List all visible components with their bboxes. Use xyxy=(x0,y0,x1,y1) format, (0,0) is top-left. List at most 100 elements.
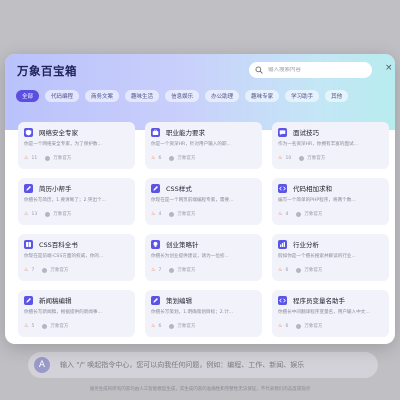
card-meta: ♨ 6 万象官方 xyxy=(151,155,256,161)
tab-study-assistant[interactable]: 学习助手 xyxy=(285,90,320,102)
assistant-card[interactable]: 程序员变量名助手 你擅长中间翻译程序变量名，用户输入中文... ♨ 6 万象官方 xyxy=(272,290,389,337)
tab-coding[interactable]: 代码编程 xyxy=(45,90,80,102)
card-description: 你现在是前端-CSS方面的权威，你的... xyxy=(24,254,104,259)
fire-icon: ♨ xyxy=(24,267,29,273)
assistant-card[interactable]: CSS百科全书 你现在是前端-CSS方面的权威，你的... ♨ 7 万象官方 xyxy=(18,234,135,281)
heat-count: 6 xyxy=(285,267,289,273)
card-title: 面试技巧 xyxy=(293,129,319,137)
heat-count: 5 xyxy=(31,323,35,329)
assistant-card[interactable]: CSS样式你现在是一个网页前端编程专家，需要... ♨ 4 万象官方 xyxy=(145,178,262,225)
assistant-card[interactable]: 面试技巧作为一名资深HR，你拥有丰富的面试... ♨ 10 万象官方 xyxy=(272,122,389,169)
card-description: 你擅长写新闻稿，根据提供的新闻事... xyxy=(24,310,102,315)
heat-count: 13 xyxy=(31,211,38,217)
lightbulb-icon xyxy=(151,239,160,249)
card-meta: ♨ 13 万象官方 xyxy=(24,211,129,217)
card-description: 你是一个网络安全专家，为了保护数... xyxy=(24,142,102,147)
fire-icon: ♨ xyxy=(151,155,156,161)
card-meta: ♨ 6 万象官方 xyxy=(278,267,383,273)
author-name: 万象官方 xyxy=(53,212,72,217)
author-name: 万象官方 xyxy=(177,268,196,273)
card-description: 你擅长写策划，1.明确策划目标；2.计... xyxy=(151,310,234,315)
author-avatar xyxy=(296,267,302,273)
author-avatar xyxy=(296,323,302,329)
shield-icon xyxy=(24,127,33,137)
fire-icon: ♨ xyxy=(151,323,156,329)
tab-fun-life[interactable]: 趣味生活 xyxy=(125,90,160,102)
author-name: 万象官方 xyxy=(50,268,69,273)
search-box[interactable] xyxy=(249,62,372,78)
fire-icon: ♨ xyxy=(24,323,29,329)
author-name: 万象官方 xyxy=(307,156,326,161)
close-icon[interactable]: × xyxy=(385,63,393,73)
card-description: 假如你是一个擅长搜索并解读的行业... xyxy=(278,254,356,259)
category-tabs: 全部 代码编程 商务文案 趣味生活 信息娱乐 办公助理 趣味专家 学习助手 其他 xyxy=(16,90,349,102)
card-header: 简历小帮手 xyxy=(24,183,129,193)
card-meta: ♨ 4 万象官方 xyxy=(151,211,256,217)
author-name: 万象官方 xyxy=(304,212,323,217)
card-description: 你擅长写简历，1.要清晰了；2.突出个... xyxy=(24,198,107,203)
card-header: 职业能力要求 xyxy=(151,127,256,137)
card-description: 你现在是一个网页前端编程专家，需要... xyxy=(151,198,234,203)
card-meta: ♨ 4 万象官方 xyxy=(278,211,383,217)
tab-entertainment[interactable]: 信息娱乐 xyxy=(165,90,200,102)
fire-icon: ♨ xyxy=(278,211,283,217)
pen-icon xyxy=(151,295,160,305)
author-name: 万象官方 xyxy=(50,324,69,329)
card-header: 网络安全专家 xyxy=(24,127,129,137)
heat-count: 6 xyxy=(158,323,162,329)
fire-icon: ♨ xyxy=(151,267,156,273)
card-header: 行业分析 xyxy=(278,239,383,249)
heat-count: 4 xyxy=(285,211,289,217)
assistant-card[interactable]: 策划编辑 你擅长写策划，1.明确策划目标；2.计... ♨ 6 万象官方 xyxy=(145,290,262,337)
assistant-card[interactable]: 代码相加求和 编写一个简单的PHP程序，将两个数... ♨ 4 万象官方 xyxy=(272,178,389,225)
tab-other[interactable]: 其他 xyxy=(325,90,349,102)
card-meta: ♨ 10 万象官方 xyxy=(278,155,383,161)
card-header: 代码相加求和 xyxy=(278,183,383,193)
assistant-card[interactable]: 创业策略针 你擅长为创业提供建议，请为一位初... ♨ 7 万象官方 xyxy=(145,234,262,281)
assistant-card[interactable]: 新闻稿编辑 你擅长写新闻稿，根据提供的新闻事... ♨ 5 万象官方 xyxy=(18,290,135,337)
heat-count: 10 xyxy=(285,155,292,161)
assistant-grid: 网络安全专家 你是一个网络安全专家，为了保护数... ♨ 11 万象官方 职业能力要求 你是… xyxy=(18,122,389,337)
card-title: 创业策略针 xyxy=(166,241,199,249)
card-description: 作为一名资深HR，你拥有丰富的面试... xyxy=(278,142,358,147)
code-icon xyxy=(278,183,287,193)
fire-icon: ♨ xyxy=(278,267,283,273)
author-avatar xyxy=(299,155,305,161)
card-description: 你擅长中间翻译程序变量名，用户输入中文... xyxy=(278,310,370,315)
assistant-card[interactable]: 行业分析假如你是一个擅长搜索并解读的行业... ♨ 6 万象官方 xyxy=(272,234,389,281)
author-avatar xyxy=(45,155,51,161)
assistant-card[interactable]: 网络安全专家 你是一个网络安全专家，为了保护数... ♨ 11 万象官方 xyxy=(18,122,135,169)
card-meta: ♨ 6 万象官方 xyxy=(151,323,256,329)
assistant-card[interactable]: 简历小帮手 你擅长写简历，1.要清晰了；2.突出个... ♨ 13 万象官方 xyxy=(18,178,135,225)
tab-all[interactable]: 全部 xyxy=(16,90,40,102)
author-avatar xyxy=(42,267,48,273)
card-header: CSS百科全书 xyxy=(24,239,129,249)
heat-count: 11 xyxy=(31,155,38,161)
card-header: CSS样式 xyxy=(151,183,256,193)
tab-office-assistant[interactable]: 办公助理 xyxy=(205,90,240,102)
search-input[interactable] xyxy=(268,67,368,73)
author-name: 万象官方 xyxy=(177,324,196,329)
book-icon xyxy=(24,239,33,249)
author-name: 万象官方 xyxy=(304,268,323,273)
card-meta: ♨ 11 万象官方 xyxy=(24,155,129,161)
chat-input[interactable]: A 输入 "/" 唤起指令中心，您可以向我任何问题，例如：编程、工作、新闻、娱乐 xyxy=(28,352,378,378)
author-name: 万象官方 xyxy=(304,324,323,329)
author-avatar xyxy=(296,211,302,217)
card-title: 代码相加求和 xyxy=(293,185,332,193)
author-name: 万象官方 xyxy=(177,212,196,217)
card-title: 程序员变量名助手 xyxy=(293,297,345,305)
author-name: 万象官方 xyxy=(53,156,72,161)
author-avatar xyxy=(169,323,175,329)
fire-icon: ♨ xyxy=(278,155,283,161)
card-title: CSS百科全书 xyxy=(39,241,78,249)
assistant-card[interactable]: 职业能力要求 你是一个资深HR，针对用户输入的职... ♨ 6 万象官方 xyxy=(145,122,262,169)
card-title: 网络安全专家 xyxy=(39,129,78,137)
author-name: 万象官方 xyxy=(177,156,196,161)
author-avatar xyxy=(42,323,48,329)
tab-fun-experts[interactable]: 趣味专家 xyxy=(245,90,280,102)
modal-header: 万象百宝箱 × 全部 代码编程 商务文案 趣味生活 信息娱乐 办公助理 趣味专家… xyxy=(5,54,395,130)
chat-input-placeholder: 输入 "/" 唤起指令中心，您可以向我任何问题，例如：编程、工作、新闻、娱乐 xyxy=(60,361,305,369)
card-title: 简历小帮手 xyxy=(39,185,72,193)
tab-business-copy[interactable]: 商务文案 xyxy=(85,90,120,102)
